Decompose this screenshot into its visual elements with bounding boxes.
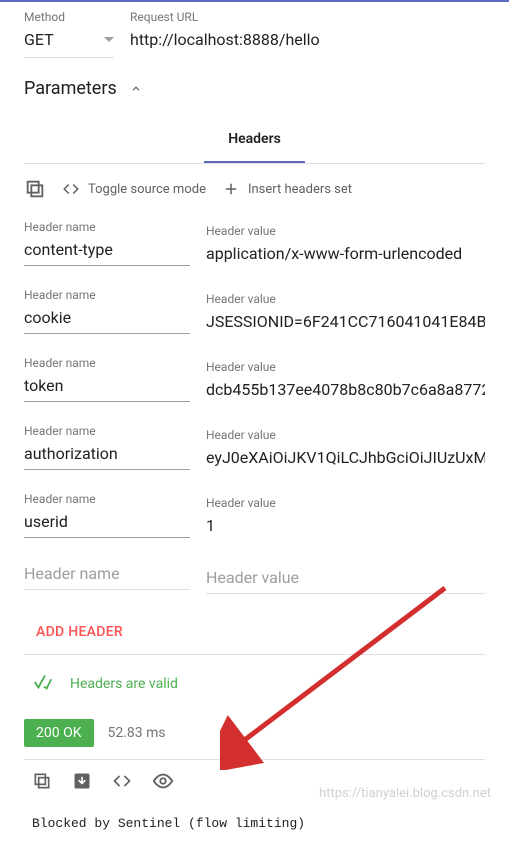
response-time: 52.83 ms: [108, 725, 166, 741]
plus-icon: [222, 180, 240, 198]
header-value-field[interactable]: Header value 1: [206, 492, 485, 546]
header-value-label: Header value: [206, 224, 485, 238]
header-name-label: Header name: [24, 424, 190, 438]
header-row: Header name authorization Header value e…: [0, 418, 509, 486]
header-value-field[interactable]: Header value application/x-www-form-urle…: [206, 220, 485, 274]
url-label: Request URL: [130, 10, 485, 24]
download-response-button[interactable]: [72, 771, 92, 791]
status-badge: 200 OK: [24, 719, 94, 747]
header-value-placeholder: Header value: [206, 564, 485, 594]
header-name-input[interactable]: content-type: [24, 236, 190, 266]
header-name-input[interactable]: token: [24, 372, 190, 402]
method-field: Method GET: [24, 10, 114, 58]
method-select[interactable]: GET: [24, 26, 114, 58]
insert-headers-button[interactable]: Insert headers set: [222, 180, 352, 198]
header-name-field[interactable]: Header name authorization: [24, 424, 190, 478]
preview-button[interactable]: [152, 770, 174, 792]
header-value-input[interactable]: eyJ0eXAiOiJKV1QiLCJhbGciOiJIUzUxMiJ9.: [206, 444, 485, 474]
header-row: Header name content-type Header value ap…: [0, 214, 509, 282]
chevron-down-icon: [104, 37, 114, 42]
header-row: Header name cookie Header value JSESSION…: [0, 282, 509, 350]
header-value-input[interactable]: JSESSIONID=6F241CC716041041E84B0520: [206, 308, 485, 338]
header-row: Header name userid Header value 1: [0, 486, 509, 554]
response-body: Blocked by Sentinel (flow limiting): [0, 804, 509, 843]
header-name-field[interactable]: Header name cookie: [24, 288, 190, 342]
header-value-label: Header value: [206, 428, 485, 442]
header-value-input[interactable]: dcb455b137ee4078b8c80b7c6a8a8772: [206, 376, 485, 406]
header-name-label: Header name: [24, 492, 190, 506]
add-header-button[interactable]: ADD HEADER: [0, 606, 509, 654]
header-name-input[interactable]: authorization: [24, 440, 190, 470]
check-icon: [32, 671, 54, 697]
copy-button[interactable]: [24, 178, 46, 200]
header-name-label: Header name: [24, 288, 190, 302]
code-icon: [62, 180, 80, 198]
header-value-input[interactable]: 1: [206, 512, 485, 542]
header-name-label: Header name: [24, 220, 190, 234]
header-value-label: Header value: [206, 292, 485, 306]
tab-headers[interactable]: Headers: [204, 117, 305, 163]
header-name-input-empty[interactable]: Header name: [24, 560, 190, 598]
parameters-section-toggle[interactable]: Parameters: [0, 58, 509, 109]
url-input[interactable]: http://localhost:8888/hello: [130, 26, 485, 54]
header-name-field[interactable]: Header name token: [24, 356, 190, 410]
parameters-title: Parameters: [24, 78, 117, 99]
code-view-button[interactable]: [112, 771, 132, 791]
copy-response-button[interactable]: [32, 771, 52, 791]
header-value-field[interactable]: Header value dcb455b137ee4078b8c80b7c6a8…: [206, 356, 485, 410]
header-name-field[interactable]: Header name content-type: [24, 220, 190, 274]
insert-headers-label: Insert headers set: [248, 182, 352, 197]
method-label: Method: [24, 10, 114, 24]
header-name-label: Header name: [24, 356, 190, 370]
header-value-field[interactable]: Header value JSESSIONID=6F241CC716041041…: [206, 288, 485, 342]
header-row: Header name token Header value dcb455b13…: [0, 350, 509, 418]
header-value-input-empty[interactable]: Header value: [206, 560, 485, 598]
url-field: Request URL http://localhost:8888/hello: [130, 10, 485, 58]
headers-valid-row: Headers are valid: [0, 655, 509, 713]
header-name-placeholder: Header name: [24, 560, 190, 590]
header-value-input[interactable]: application/x-www-form-urlencoded: [206, 240, 485, 270]
chevron-up-icon: [129, 82, 143, 96]
header-name-input[interactable]: cookie: [24, 304, 190, 334]
header-value-label: Header value: [206, 496, 485, 510]
headers-valid-label: Headers are valid: [70, 676, 178, 692]
header-name-field[interactable]: Header name userid: [24, 492, 190, 546]
toggle-source-button[interactable]: Toggle source mode: [62, 180, 206, 198]
toggle-source-label: Toggle source mode: [88, 182, 206, 197]
method-value: GET: [24, 26, 54, 53]
header-name-input[interactable]: userid: [24, 508, 190, 538]
header-value-field[interactable]: Header value eyJ0eXAiOiJKV1QiLCJhbGciOiJ…: [206, 424, 485, 478]
header-value-label: Header value: [206, 360, 485, 374]
